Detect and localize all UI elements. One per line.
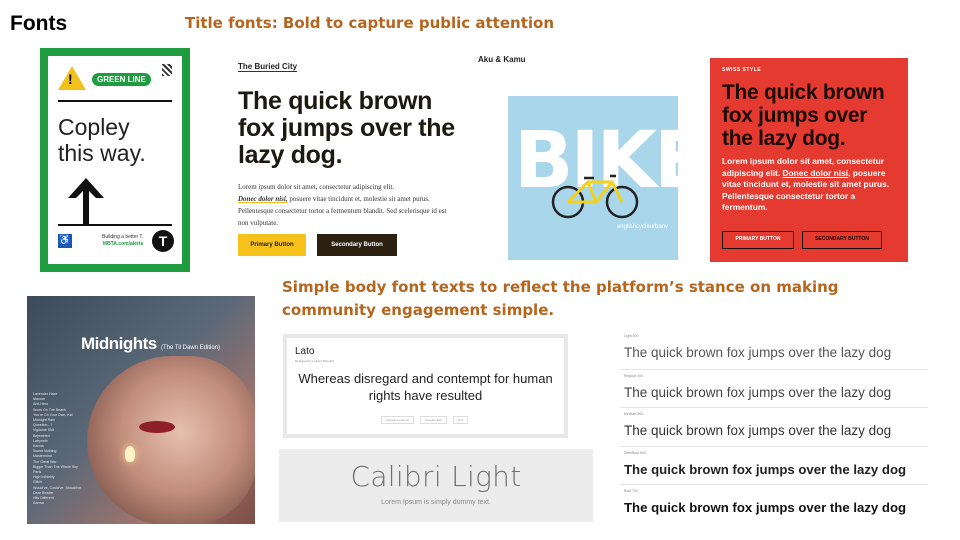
swiss-style-body: Lorem ipsum dolor sit amet, consectetur … [722, 156, 896, 214]
copley-headline: Copley this way. [58, 114, 146, 166]
buried-city-buttons: Primary Button Secondary Button [238, 234, 397, 256]
primary-button: Primary Button [238, 234, 306, 256]
lighter-flame [125, 446, 135, 462]
weight-row-regular: Regular 400 The quick brown fox jumps ov… [620, 368, 928, 408]
divider [58, 100, 172, 102]
green-line-badge: GREEN LINE [92, 73, 151, 86]
qr-code-icon [162, 64, 172, 76]
swiss-primary-button: PRIMARY BUTTON [722, 231, 794, 249]
portrait-face [87, 356, 255, 524]
bike-tagline: englishcycleurbanv [616, 224, 668, 230]
swiss-style-body-link: Donec dolor nisi, [782, 167, 851, 178]
weight-row-light: Light 300 The quick brown fox jumps over… [620, 330, 928, 369]
calibri-light-sample: Calibri Light Lorem Ipsum is simply dumm… [279, 449, 593, 522]
weight-sample: The quick brown fox jumps over the lazy … [624, 345, 892, 360]
weight-row-semibold: SemiBold 600 The quick brown fox jumps o… [620, 445, 928, 485]
weight-label: Regular 400 [624, 373, 644, 378]
wheelchair-icon: ♿ [58, 234, 72, 248]
lato-control-sample: Sample sentence [381, 416, 415, 424]
body-fonts-heading: Simple body font texts to reflect the pl… [282, 278, 839, 319]
weight-label: Bold 700 [624, 489, 638, 493]
midnights-tracklist: Lavender Haze Maroon Anti-Hero Snow On The … [33, 392, 81, 506]
swiss-style-buttons: PRIMARY BUTTON SECONDARY BUTTON [722, 231, 882, 249]
bicycle-icon [551, 174, 639, 219]
divider [58, 224, 172, 226]
track-item: Karma [33, 501, 44, 506]
lato-control-weight: Regular 400 [420, 416, 447, 424]
secondary-button: Secondary Button [317, 234, 397, 256]
copley-headline-line2: this way. [58, 140, 146, 166]
weight-label: SemiBold 600 [624, 450, 646, 455]
portrait-lips [139, 421, 175, 433]
slide-title: Fonts [10, 12, 68, 35]
buried-city-body: Lorem ipsum dolor sit amet, consectetur … [238, 181, 458, 229]
title-fonts-heading: Title fonts: Bold to capture public atte… [185, 14, 555, 32]
lato-controls: Sample sentence Regular 400 Size [381, 416, 469, 424]
midnights-title-text: Midnights [81, 334, 157, 353]
copley-sign-image: ! GREEN LINE Copley this way. ♿ Building… [40, 48, 190, 272]
midnights-title: Midnights (The Til Dawn Edition) [81, 334, 220, 354]
weight-sample: The quick brown fox jumps over the lazy … [624, 384, 892, 400]
lato-sample-card: Lato Designed by Łukasz Dziedzic Whereas… [283, 334, 568, 438]
warning-mark: ! [68, 71, 73, 87]
weight-row-bold: Bold 700 The quick brown fox jumps over … [620, 484, 928, 523]
swiss-style-label: SWISS STYLE [722, 67, 762, 73]
copley-footer-link: MBTA.com/alerts [102, 241, 144, 247]
lato-control-size: Size [452, 416, 469, 424]
copley-footer-text: Building a better T. [102, 234, 144, 240]
buried-city-body-1: Lorem ipsum dolor sit amet, consectetur … [238, 183, 395, 191]
midnights-edition: (The Til Dawn Edition) [161, 345, 221, 351]
copley-footer: Building a better T. MBTA.com/alerts [102, 234, 143, 248]
mbta-t-logo: T [152, 230, 174, 252]
lato-sample-text: Whereas disregard and contempt for human… [298, 371, 553, 403]
swiss-style-sample: SWISS STYLE The quick brown fox jumps ov… [710, 58, 908, 262]
calibri-font-name: Calibri Light [350, 460, 522, 493]
aku-kamu-title: Aku & Kamu [478, 55, 526, 64]
buried-city-label: The Buried City [238, 62, 298, 72]
weight-sample: The quick brown fox jumps over the lazy … [624, 461, 907, 477]
buried-city-body-highlight: Donec dolor nisi, [238, 195, 288, 203]
lato-sample-panel: Lato Designed by Łukasz Dziedzic Whereas… [287, 338, 564, 434]
copley-sign-panel: ! GREEN LINE Copley this way. ♿ Building… [48, 56, 182, 264]
swiss-style-headline: The quick brown fox jumps over the lazy … [722, 81, 885, 150]
bike-poster-image: BIKE englishcycleurbanv [508, 96, 678, 260]
weight-sample: The quick brown fox jumps over the lazy … [624, 423, 892, 438]
weight-sample: The quick brown fox jumps over the lazy … [624, 500, 907, 515]
up-arrow-icon [68, 178, 104, 224]
weight-row-medium: Medium 500 The quick brown fox jumps ove… [620, 407, 928, 446]
weight-label: Light 300 [624, 334, 639, 338]
buried-city-sample: The Buried City The quick brown fox jump… [238, 56, 458, 266]
calibri-sample-text: Lorem Ipsum is simply dummy text. [381, 499, 491, 506]
copley-headline-line1: Copley [58, 114, 130, 140]
swiss-secondary-button: SECONDARY BUTTON [802, 231, 882, 249]
lato-font-name: Lato [295, 346, 315, 357]
font-weights-list: Light 300 The quick brown fox jumps over… [620, 330, 928, 523]
buried-city-headline: The quick brown fox jumps over the lazy … [238, 87, 455, 169]
midnights-album-image: Midnights (The Til Dawn Edition) Lavende… [27, 296, 255, 524]
lato-designer: Designed by Łukasz Dziedzic [295, 359, 335, 363]
weight-label: Medium 500 [624, 412, 644, 416]
